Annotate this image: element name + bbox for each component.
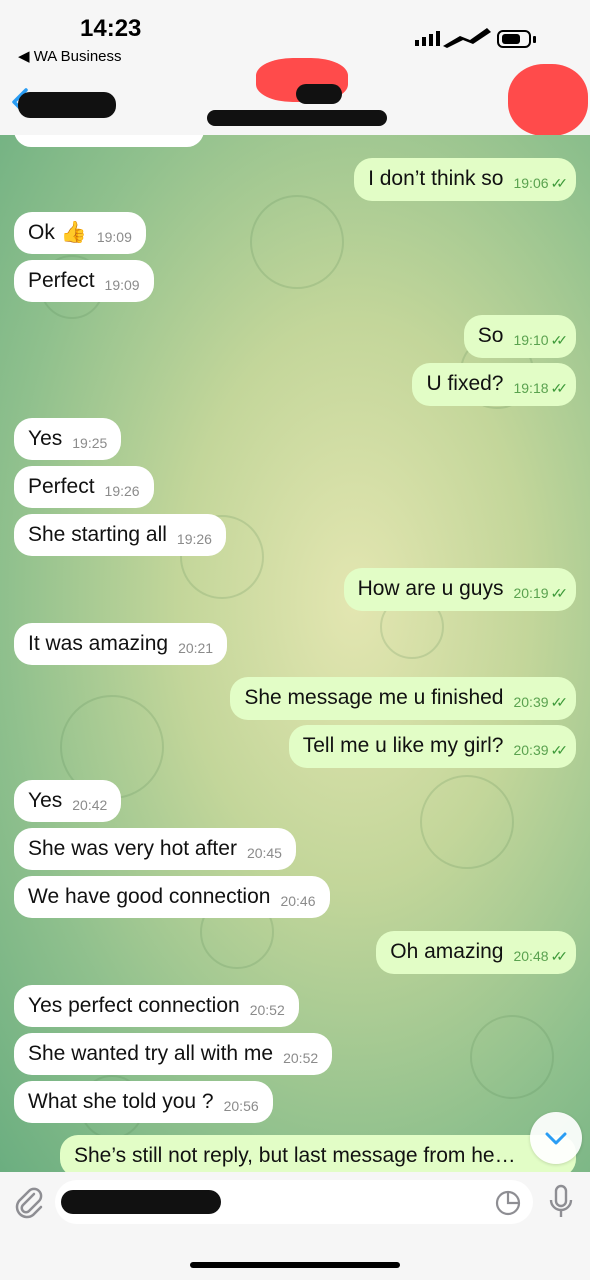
microphone-icon[interactable] xyxy=(548,1184,574,1222)
outgoing-message[interactable]: She’s still not reply, but last message … xyxy=(60,1135,576,1172)
message-text: Yes xyxy=(28,427,63,450)
message-text: We have good connection xyxy=(28,885,271,908)
outgoing-message[interactable]: So 19:10 ✓✓ xyxy=(463,315,576,358)
redacted-subtitle-b xyxy=(207,110,387,126)
message-text: Tell me u like my girl? xyxy=(302,734,504,757)
signal-icon xyxy=(415,28,491,48)
incoming-message[interactable]: Yes 20:42 xyxy=(14,780,122,822)
incoming-message[interactable]: Perfect 19:26 xyxy=(14,466,154,508)
message-time: 19:26 xyxy=(104,483,140,499)
message-text: I don’t think so xyxy=(368,167,504,190)
message-time: 19:26 xyxy=(176,531,212,547)
message-time: 20:21 xyxy=(178,640,214,656)
message-text: What she told you ? xyxy=(28,1090,214,1113)
message-text: She wanted try all with me xyxy=(28,1042,274,1065)
outgoing-message[interactable]: How are u guys 20:19 ✓✓ xyxy=(343,568,576,611)
incoming-message[interactable]: She starting all 19:26 xyxy=(14,514,226,556)
outgoing-message[interactable]: U fixed? 19:18 ✓✓ xyxy=(412,363,576,406)
incoming-message[interactable]: She was very hot after 20:45 xyxy=(14,828,296,870)
message-time: 19:06 xyxy=(513,175,549,191)
redacted-subtitle-a xyxy=(296,84,342,104)
message-list[interactable]: I don’t think so 19:06 ✓✓ Ok 👍 19:09 Perfect 1… xyxy=(0,135,590,1172)
scroll-down-button[interactable] xyxy=(530,1112,582,1164)
message-time: 20:39 xyxy=(513,694,549,710)
message-time: 20:48 xyxy=(513,948,549,964)
incoming-message[interactable]: Yes 19:25 xyxy=(14,418,122,460)
battery-icon xyxy=(497,30,531,48)
redacted-avatar[interactable] xyxy=(508,64,588,136)
incoming-message[interactable]: It was amazing 20:21 xyxy=(14,623,228,665)
message-text: She’s still not reply, but last message … xyxy=(74,1144,516,1167)
read-receipt-icon: ✓✓ xyxy=(550,742,569,758)
message-time: 20:52 xyxy=(283,1050,319,1066)
outgoing-message[interactable]: She message me u finished 20:39 ✓✓ xyxy=(230,677,576,720)
message-text: Ok 👍 xyxy=(28,221,87,244)
incoming-message[interactable]: Ok 👍 19:09 xyxy=(14,212,146,254)
paperclip-icon[interactable] xyxy=(14,1186,44,1222)
chat-header xyxy=(0,58,590,136)
message-time: 20:45 xyxy=(246,845,282,861)
message-time: 19:09 xyxy=(104,277,140,293)
incoming-message[interactable]: We have good connection 20:46 xyxy=(14,876,330,918)
message-time: 20:42 xyxy=(72,797,108,813)
read-receipt-icon: ✓✓ xyxy=(550,694,569,710)
incoming-message[interactable]: She wanted try all with me 20:52 xyxy=(14,1033,333,1075)
message-text: She message me u finished xyxy=(244,686,504,709)
message-time: 20:56 xyxy=(223,1098,259,1114)
redacted-back-label xyxy=(18,92,116,118)
message-text: Oh amazing xyxy=(390,940,504,963)
partial-message xyxy=(14,135,204,147)
message-text: So xyxy=(477,324,504,347)
message-time: 19:18 xyxy=(513,380,549,396)
message-time: 20:52 xyxy=(249,1002,285,1018)
message-text: Yes perfect connection xyxy=(28,994,240,1017)
message-time: 20:46 xyxy=(280,893,316,909)
incoming-message[interactable]: Yes perfect connection 20:52 xyxy=(14,985,299,1027)
message-text: Yes xyxy=(28,789,63,812)
read-receipt-icon: ✓✓ xyxy=(550,175,569,191)
outgoing-message[interactable]: Tell me u like my girl? 20:39 ✓✓ xyxy=(288,725,576,768)
message-time: 20:39 xyxy=(513,742,549,758)
status-time: 14:23 xyxy=(80,15,142,42)
outgoing-message[interactable]: I don’t think so 19:06 ✓✓ xyxy=(354,158,576,201)
message-input[interactable] xyxy=(55,1180,533,1224)
message-time: 19:25 xyxy=(72,435,108,451)
message-text: She was very hot after xyxy=(28,837,237,860)
message-text: Perfect xyxy=(28,475,95,498)
read-receipt-icon: ✓✓ xyxy=(550,585,569,601)
message-text: How are u guys xyxy=(357,577,504,600)
message-time: 19:10 xyxy=(513,332,549,348)
message-text: Perfect xyxy=(28,269,95,292)
message-text: U fixed? xyxy=(426,372,504,395)
read-receipt-icon: ✓✓ xyxy=(550,332,569,348)
redacted-input-text xyxy=(61,1190,221,1214)
home-indicator xyxy=(190,1262,400,1268)
incoming-message[interactable]: Perfect 19:09 xyxy=(14,260,154,302)
message-time: 19:09 xyxy=(96,229,132,245)
sticker-icon[interactable] xyxy=(495,1190,521,1216)
message-time: 20:19 xyxy=(513,585,549,601)
chevron-down-icon xyxy=(545,1132,567,1145)
incoming-message[interactable]: What she told you ? 20:56 xyxy=(14,1081,273,1123)
outgoing-message[interactable]: Oh amazing 20:48 ✓✓ xyxy=(376,931,576,974)
back-to-app-link[interactable]: ◀ WA Business xyxy=(18,47,122,65)
read-receipt-icon: ✓✓ xyxy=(550,948,569,964)
message-text: It was amazing xyxy=(28,632,169,655)
read-receipt-icon: ✓✓ xyxy=(550,380,569,396)
message-text: She starting all xyxy=(28,523,167,546)
